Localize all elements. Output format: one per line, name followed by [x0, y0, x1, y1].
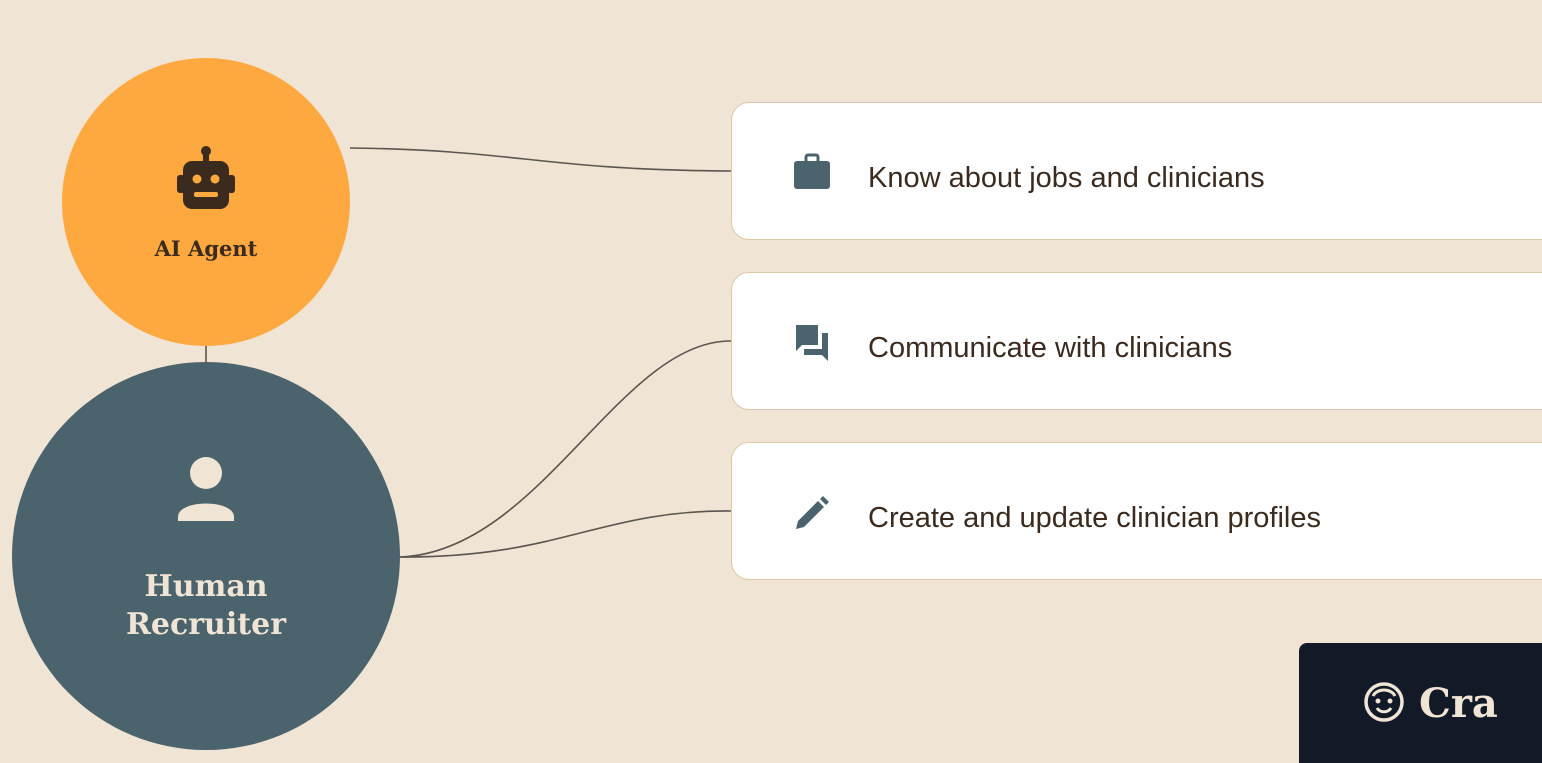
pencil-icon: [792, 493, 832, 538]
person-icon: [166, 449, 246, 534]
capability-card-jobs: Know about jobs and clinicians: [731, 102, 1542, 240]
capability-card-profiles: Create and update clinician profiles: [731, 442, 1542, 580]
connector-ai-to-jobs: [349, 147, 732, 172]
connector-human-to-profiles: [399, 510, 732, 558]
capability-label: Know about jobs and clinicians: [868, 162, 1265, 194]
human-recruiter-label: Human Recruiter: [125, 568, 287, 642]
ai-agent-label: AI Agent: [154, 236, 258, 261]
capability-label: Create and update clinician profiles: [868, 502, 1321, 534]
brand-badge: Cra: [1299, 643, 1542, 763]
capability-label: Communicate with clinicians: [868, 332, 1233, 364]
capability-card-communicate: Communicate with clinicians: [731, 272, 1542, 410]
robot-icon: [169, 143, 243, 222]
briefcase-icon: [792, 153, 832, 198]
brand-name: Cra: [1419, 679, 1498, 727]
connector-human-to-communicate: [399, 340, 732, 558]
chat-bubbles-icon: [792, 323, 832, 368]
smiley-face-icon: [1361, 678, 1407, 729]
ai-agent-node: AI Agent: [62, 58, 350, 346]
human-recruiter-node: Human Recruiter: [12, 362, 400, 750]
